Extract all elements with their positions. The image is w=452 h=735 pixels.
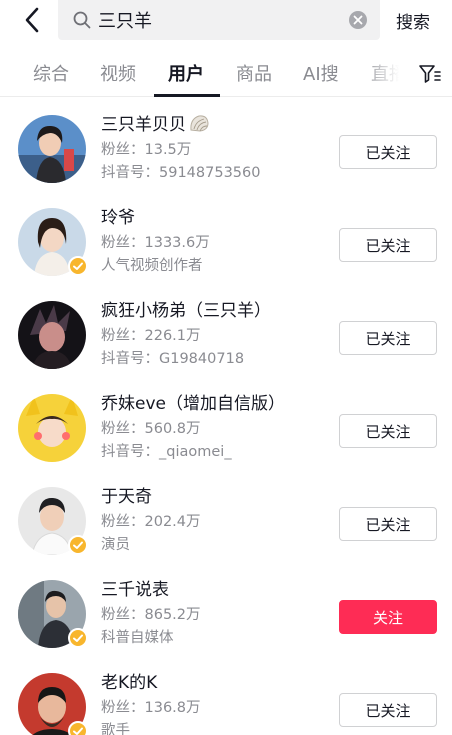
tab-video[interactable]: 视频 [100,60,136,86]
fan-count: 粉丝：202.4万 [101,514,201,530]
user-row[interactable]: 三只羊贝贝 粉丝：13.5万 抖音号：59148753560 已关注 [0,100,452,193]
user-subtitle: 歌手 [101,723,130,735]
user-row[interactable]: 疯狂小杨弟（三只羊） 粉丝：226.1万 抖音号：G19840718 已关注 [0,286,452,379]
search-button[interactable]: 搜索 [396,8,430,33]
user-name: 玲爷 [101,208,135,228]
user-name: 乔妹eve（增加自信版） [101,394,285,414]
avatar[interactable] [18,301,86,369]
verified-badge-icon [68,535,88,555]
search-box[interactable] [58,0,380,40]
tab-general[interactable]: 综合 [33,60,69,86]
avatar[interactable] [18,115,86,183]
followed-button[interactable]: 已关注 [339,507,437,541]
fan-count: 粉丝：560.8万 [101,421,201,437]
user-subtitle: 科普自媒体 [101,630,174,646]
user-subtitle: 抖音号：G19840718 [101,351,245,367]
user-name: 三千说表 [101,580,169,600]
user-subtitle: 抖音号：59148753560 [101,165,261,181]
tab-ai-search[interactable]: AI搜 [303,60,339,86]
verified-badge-icon [68,721,88,735]
clear-icon[interactable] [348,10,368,30]
user-subtitle: 抖音号：_qiaomei_ [101,444,232,460]
user-row[interactable]: 三千说表 粉丝：865.2万 科普自媒体 关注 [0,565,452,658]
search-icon [72,10,92,30]
user-subtitle: 演员 [101,537,130,553]
filter-icon[interactable] [418,63,442,85]
back-arrow-icon[interactable] [18,5,48,35]
verified-badge-icon [68,628,88,648]
fan-count: 粉丝：136.8万 [101,700,201,716]
fan-count: 粉丝：865.2万 [101,607,201,623]
active-tab-indicator [154,94,220,97]
verified-badge-icon [68,256,88,276]
category-tabs: 综合 视频 用户 商品 AI搜 直播 [0,50,452,97]
shell-emoji-icon [188,113,210,138]
tab-live[interactable]: 直播 [371,60,407,86]
tab-products[interactable]: 商品 [236,60,272,86]
avatar[interactable] [18,394,86,462]
user-name: 三只羊贝贝 [101,110,210,138]
user-subtitle: 人气视频创作者 [101,258,203,274]
tab-users[interactable]: 用户 [168,60,204,86]
fan-count: 粉丝：1333.6万 [101,235,210,251]
followed-button[interactable]: 已关注 [339,135,437,169]
user-name: 疯狂小杨弟（三只羊） [101,301,271,321]
user-name: 老K的K [101,673,158,693]
fan-count: 粉丝：13.5万 [101,142,192,158]
followed-button[interactable]: 已关注 [339,414,437,448]
user-row[interactable]: 老K的K 粉丝：136.8万 歌手 已关注 [0,658,452,735]
search-input[interactable] [98,0,334,40]
user-row[interactable]: 乔妹eve（增加自信版） 粉丝：560.8万 抖音号：_qiaomei_ 已关注 [0,379,452,472]
user-row[interactable]: 于天奇 粉丝：202.4万 演员 已关注 [0,472,452,565]
followed-button[interactable]: 已关注 [339,228,437,262]
user-row[interactable]: 玲爷 粉丝：1333.6万 人气视频创作者 已关注 [0,193,452,286]
followed-button[interactable]: 已关注 [339,693,437,727]
fan-count: 粉丝：226.1万 [101,328,201,344]
user-name: 于天奇 [101,487,152,507]
followed-button[interactable]: 已关注 [339,321,437,355]
search-header: 搜索 [0,0,452,40]
follow-button[interactable]: 关注 [339,600,437,634]
